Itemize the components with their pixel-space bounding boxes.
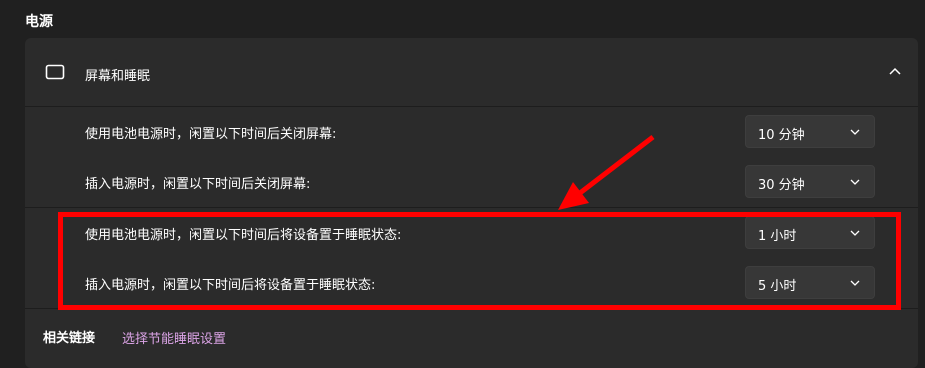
dropdown-value: 10 分钟	[758, 128, 805, 143]
chevron-down-icon	[850, 129, 860, 135]
annotation-arrow-icon	[558, 135, 655, 210]
card-title: 屏幕和睡眠	[85, 69, 151, 84]
screen-sleep-card: 屏幕和睡眠 使用电池电源时，闲置以下时间后关闭屏幕: 10 分钟 插入电源时，闲…	[25, 38, 918, 368]
annotation-highlight-box	[58, 212, 901, 310]
chevron-down-icon	[850, 179, 860, 185]
setting-row-battery-screen: 使用电池电源时，闲置以下时间后关闭屏幕: 10 分钟	[25, 107, 918, 157]
chevron-up-icon[interactable]	[888, 66, 902, 76]
energy-saving-sleep-link[interactable]: 选择节能睡眠设置	[122, 328, 226, 347]
screen-sleep-icon	[45, 64, 65, 81]
dropdown-value: 30 分钟	[758, 178, 805, 193]
battery-screen-dropdown[interactable]: 10 分钟	[745, 115, 875, 148]
screen-sleep-header[interactable]: 屏幕和睡眠	[25, 38, 918, 107]
related-links-heading: 相关链接	[43, 331, 96, 346]
section-title: 电源	[25, 14, 53, 30]
setting-label: 插入电源时，闲置以下时间后关闭屏幕:	[85, 177, 311, 192]
setting-row-plugged-screen: 插入电源时，闲置以下时间后关闭屏幕: 30 分钟	[25, 157, 918, 207]
plugged-screen-dropdown[interactable]: 30 分钟	[745, 165, 875, 198]
setting-label: 使用电池电源时，闲置以下时间后关闭屏幕:	[85, 127, 337, 142]
related-links: 相关链接 选择节能睡眠设置	[25, 308, 918, 363]
